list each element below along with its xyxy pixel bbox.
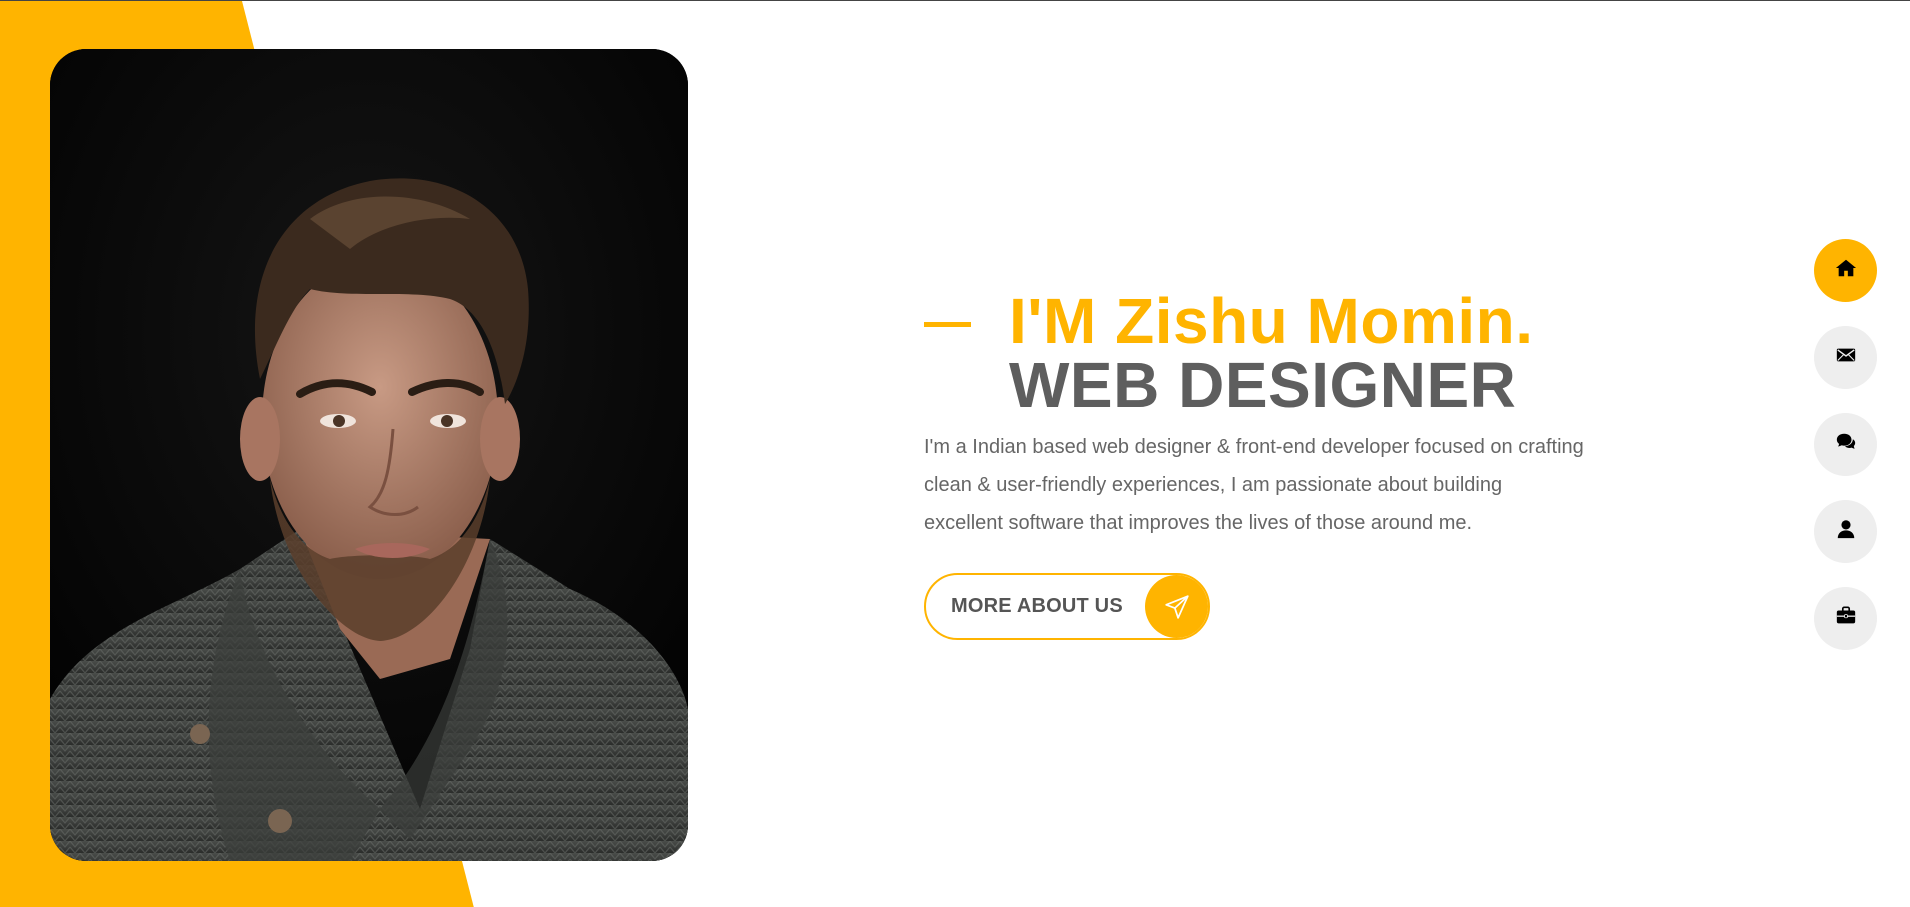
profile-photo: [50, 49, 688, 861]
more-about-us-button[interactable]: MORE ABOUT US: [924, 573, 1210, 640]
paper-plane-icon: [1145, 575, 1208, 638]
side-nav: [1814, 239, 1877, 674]
envelope-icon: [1835, 344, 1857, 371]
hero-name: I'M Zishu Momin.: [1009, 285, 1534, 357]
nav-contact-button[interactable]: [1814, 326, 1877, 389]
user-icon: [1835, 518, 1857, 545]
accent-dash: [924, 321, 971, 327]
nav-blog-button[interactable]: [1814, 413, 1877, 476]
name-row: I'M Zishu Momin.: [924, 286, 1604, 356]
nav-portfolio-button[interactable]: [1814, 587, 1877, 650]
hero-role: WEB DESIGNER: [1009, 349, 1517, 421]
briefcase-icon: [1835, 605, 1857, 632]
more-about-us-label: MORE ABOUT US: [951, 595, 1123, 617]
hero-intro: I'M Zishu Momin. WEB DESIGNER I'm a Indi…: [924, 286, 1604, 640]
hero-bio: I'm a Indian based web designer & front-…: [924, 436, 1584, 534]
nav-about-button[interactable]: [1814, 500, 1877, 563]
nav-home-button[interactable]: [1814, 239, 1877, 302]
chat-icon: [1835, 431, 1857, 458]
home-page: I'M Zishu Momin. WEB DESIGNER I'm a Indi…: [0, 0, 1910, 907]
home-icon: [1835, 257, 1857, 284]
